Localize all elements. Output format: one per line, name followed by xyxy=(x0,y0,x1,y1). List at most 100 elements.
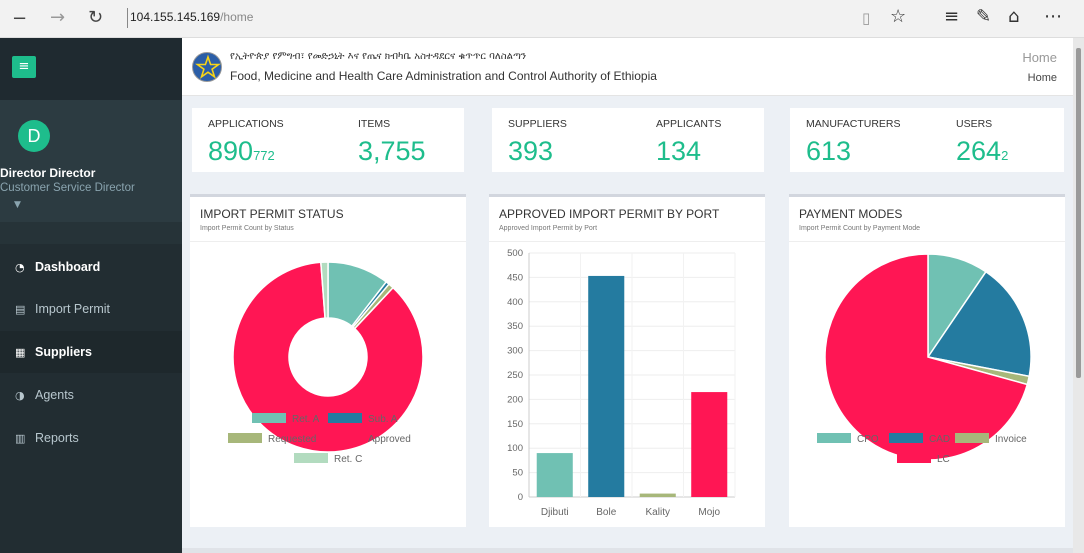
document-icon: ▤ xyxy=(15,302,26,316)
share-icon[interactable]: ⌂ xyxy=(1008,6,1019,27)
stat-box-applications-items: APPLICATIONS 890772 ITEMS 3,755 xyxy=(192,108,464,172)
stat-box-manufacturers-users: MANUFACTURERS 613 USERS 2642 xyxy=(790,108,1064,172)
y-tick-label: 100 xyxy=(507,443,523,454)
legend-label-invoice: Invoice xyxy=(995,434,1027,445)
stat-value: 393 xyxy=(508,136,554,166)
forward-icon[interactable]: → xyxy=(50,7,65,28)
more-icon[interactable]: ⋯ xyxy=(1044,6,1062,27)
stat-label: SUPPLIERS xyxy=(508,118,567,130)
panel-title: IMPORT PERMIT STATUS xyxy=(200,207,344,221)
stat-subvalue: 2 xyxy=(1001,148,1009,163)
bar-chart-icon: ▥ xyxy=(15,431,26,445)
address-bar[interactable]: 104.155.145.169/home xyxy=(130,10,253,24)
y-tick-label: 0 xyxy=(518,492,523,503)
legend-swatch-approved xyxy=(328,433,362,443)
sidebar: ≡ D Director Director Customer Service D… xyxy=(0,38,182,553)
payment-pie-chart: CPO CAD Invoice LC xyxy=(817,253,1032,465)
web-note-icon[interactable]: ✎ xyxy=(976,6,991,27)
address-divider xyxy=(127,8,128,28)
sidebar-item-dashboard[interactable]: ◔ Dashboard xyxy=(0,246,182,288)
user-menu-caret-icon[interactable]: ▼ xyxy=(14,200,21,210)
y-tick-label: 150 xyxy=(507,419,523,430)
stat-label: ITEMS xyxy=(358,118,391,130)
sidebar-item-reports[interactable]: ▥ Reports xyxy=(0,417,182,459)
bar-mojo xyxy=(691,392,728,497)
bottom-strip xyxy=(182,548,1073,553)
refresh-icon[interactable]: ↻ xyxy=(88,7,103,28)
avatar: D xyxy=(18,120,50,152)
panel-divider xyxy=(789,241,1065,242)
y-tick-label: 300 xyxy=(507,346,523,357)
stat-box-suppliers-applicants: SUPPLIERS 393 APPLICANTS 134 xyxy=(492,108,764,172)
panel-subtitle: Approved Import Permit by Port xyxy=(499,225,598,232)
legend-label-requested: Requested xyxy=(268,434,316,445)
hub-icon[interactable]: ≡ xyxy=(944,6,959,27)
stat-label: APPLICATIONS xyxy=(208,118,284,130)
x-tick-label-mojo: Mojo xyxy=(698,507,720,518)
browser-toolbar: − → ↻ 104.155.145.169/home ▯ ☆ ≡ ✎ ⌂ ⋯ xyxy=(0,0,1084,38)
legend-label-approved: Approved xyxy=(368,434,411,445)
stat-label: MANUFACTURERS xyxy=(806,118,901,130)
x-tick-label-kality: Kality xyxy=(646,507,670,518)
sidebar-item-suppliers[interactable]: ▦ Suppliers xyxy=(0,331,182,373)
port-bar-chart: 0 50 100 150 200 250 300 350 400 450 500 Djibuti Bol… xyxy=(507,248,736,518)
user-role: Customer Service Director xyxy=(0,182,135,194)
sidebar-item-agents[interactable]: ◑ Agents xyxy=(0,374,182,416)
half-circle-icon: ◑ xyxy=(15,388,25,402)
stat-value: 613 xyxy=(806,136,852,166)
url-path: /home xyxy=(220,10,254,24)
stat-label: APPLICANTS xyxy=(656,118,722,130)
sidebar-item-label: Import Permit xyxy=(35,302,111,316)
legend-swatch-cad xyxy=(889,433,923,443)
sidebar-item-label: Suppliers xyxy=(35,345,92,359)
legend-label-lc: LC xyxy=(937,454,950,465)
legend-swatch-ret-a xyxy=(252,413,286,423)
dashboard-icon: ◔ xyxy=(15,260,25,274)
sidebar-item-import-permit[interactable]: ▤ Import Permit xyxy=(0,288,182,330)
scrollbar-thumb[interactable] xyxy=(1076,48,1081,378)
header-amharic-title: የኢትዮጵያ የምግብ፣ የመድኃኒት እና የጤና ክብካቤ አስተዳደርና … xyxy=(230,51,527,62)
header-english-title: Food, Medicine and Health Care Administr… xyxy=(230,69,657,83)
legend-label-ret-c: Ret. C xyxy=(334,454,362,465)
legend-swatch-invoice xyxy=(955,433,989,443)
stat-value: 2642 xyxy=(956,136,1009,166)
user-panel: D Director Director Customer Service Dir… xyxy=(0,100,182,222)
building-icon: ▦ xyxy=(15,345,26,359)
y-tick-label: 450 xyxy=(507,272,523,283)
bar-kality xyxy=(639,493,676,497)
stat-label: USERS xyxy=(956,118,993,130)
page-scrollbar[interactable] xyxy=(1073,38,1084,553)
legend-label-cad: CAD xyxy=(929,434,950,445)
stat-value: 3,755 xyxy=(358,136,426,166)
stat-subvalue: 772 xyxy=(253,148,275,163)
legend-swatch-ret-c xyxy=(294,453,328,463)
y-tick-label: 500 xyxy=(507,248,523,259)
panel-divider xyxy=(190,241,466,242)
panel-title: PAYMENT MODES xyxy=(799,207,903,221)
user-name: Director Director xyxy=(0,166,96,180)
page-title: Home xyxy=(1022,50,1057,65)
ethiopia-emblem-logo xyxy=(192,52,222,82)
panel-import-permit-status: IMPORT PERMIT STATUS Import Permit Count… xyxy=(190,194,466,527)
legend-label-ret-a: Ret. A xyxy=(292,414,320,425)
favorite-star-icon[interactable]: ☆ xyxy=(890,6,906,27)
legend-swatch-requested xyxy=(228,433,262,443)
minimize-icon[interactable]: − xyxy=(12,8,27,29)
y-tick-label: 250 xyxy=(507,370,523,381)
legend-swatch-sub-a xyxy=(328,413,362,423)
y-tick-label: 200 xyxy=(507,394,523,405)
x-tick-label-djibuti: Djibuti xyxy=(541,507,569,518)
bar-bole xyxy=(588,275,625,497)
menu-toggle-button[interactable]: ≡ xyxy=(12,56,36,78)
reading-view-icon[interactable]: ▯ xyxy=(862,9,870,27)
breadcrumb[interactable]: Home xyxy=(1028,72,1057,84)
stat-value: 134 xyxy=(656,136,702,166)
sidebar-top: ≡ xyxy=(0,38,182,100)
x-tick-label-bole: Bole xyxy=(596,507,616,518)
sidebar-item-label: Reports xyxy=(35,431,79,445)
legend-label-cpo: CPO xyxy=(857,434,879,445)
legend-label-sub-a: Sub. A xyxy=(368,414,398,425)
y-tick-label: 350 xyxy=(507,321,523,332)
bar-djibuti xyxy=(536,453,573,497)
panel-title: APPROVED IMPORT PERMIT BY PORT xyxy=(499,207,720,221)
